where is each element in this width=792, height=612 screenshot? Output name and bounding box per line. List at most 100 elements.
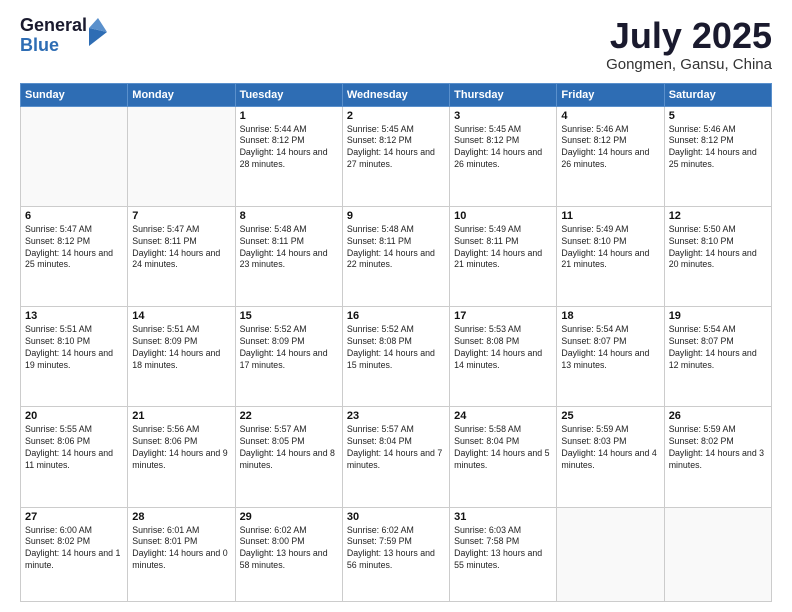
day-header-thursday: Thursday	[450, 83, 557, 106]
calendar-cell: 25 Sunrise: 5:59 AMSunset: 8:03 PMDayligh…	[557, 407, 664, 507]
day-info: Sunrise: 5:56 AMSunset: 8:06 PMDaylight:…	[132, 424, 230, 472]
day-info: Sunrise: 5:50 AMSunset: 8:10 PMDaylight:…	[669, 224, 767, 272]
calendar-cell: 27Sunrise: 6:00 AMSunset: 8:02 PMDayligh…	[21, 507, 128, 601]
calendar-cell: 12 Sunrise: 5:50 AMSunset: 8:10 PMDayligh…	[664, 206, 771, 306]
day-number: 17	[454, 310, 552, 322]
day-number: 27	[25, 511, 123, 523]
calendar-cell: 26 Sunrise: 5:59 AMSunset: 8:02 PMDayligh…	[664, 407, 771, 507]
day-number: 19	[669, 310, 767, 322]
day-info: Sunrise: 5:46 AMSunset: 8:12 PMDaylight:…	[561, 124, 659, 172]
day-number: 24	[454, 410, 552, 422]
calendar-cell: 2 Sunrise: 5:45 AMSunset: 8:12 PMDaylight…	[342, 106, 449, 206]
calendar-cell: 11 Sunrise: 5:49 AMSunset: 8:10 PMDayligh…	[557, 206, 664, 306]
calendar-cell: 9 Sunrise: 5:48 AMSunset: 8:11 PMDaylight…	[342, 206, 449, 306]
day-number: 14	[132, 310, 230, 322]
month-title: July 2025	[606, 16, 772, 56]
logo: General Blue	[20, 16, 107, 56]
calendar-cell: 14 Sunrise: 5:51 AMSunset: 8:09 PMDayligh…	[128, 307, 235, 407]
page: General Blue July 2025 Gongmen, Gansu, C…	[0, 0, 792, 612]
day-info: Sunrise: 5:49 AMSunset: 8:10 PMDaylight:…	[561, 224, 659, 272]
calendar-cell: 24Sunrise: 5:58 AMSunset: 8:04 PMDayligh…	[450, 407, 557, 507]
calendar-cell: 6Sunrise: 5:47 AMSunset: 8:12 PMDaylight…	[21, 206, 128, 306]
calendar-cell: 13 Sunrise: 5:51 AMSunset: 8:10 PMDayligh…	[21, 307, 128, 407]
day-number: 22	[240, 410, 338, 422]
day-number: 2	[347, 110, 445, 122]
day-info: Sunrise: 5:46 AMSunset: 8:12 PMDaylight:…	[669, 124, 767, 172]
day-number: 15	[240, 310, 338, 322]
calendar-cell: 18 Sunrise: 5:54 AMSunset: 8:07 PMDayligh…	[557, 307, 664, 407]
day-info: Sunrise: 5:48 AMSunset: 8:11 PMDaylight:…	[347, 224, 445, 272]
calendar-cell: 21Sunrise: 5:56 AMSunset: 8:06 PMDayligh…	[128, 407, 235, 507]
day-info: Sunrise: 5:44 AMSunset: 8:12 PMDaylight:…	[240, 124, 338, 172]
day-number: 18	[561, 310, 659, 322]
calendar-cell	[128, 106, 235, 206]
day-number: 9	[347, 210, 445, 222]
header: General Blue July 2025 Gongmen, Gansu, C…	[20, 16, 772, 73]
day-header-wednesday: Wednesday	[342, 83, 449, 106]
calendar-week-row: 1 Sunrise: 5:44 AMSunset: 8:12 PMDaylight…	[21, 106, 772, 206]
title-block: July 2025 Gongmen, Gansu, China	[606, 16, 772, 73]
calendar-cell	[664, 507, 771, 601]
logo-text: General Blue	[20, 16, 87, 56]
day-info: Sunrise: 5:53 AMSunset: 8:08 PMDaylight:…	[454, 324, 552, 372]
day-number: 20	[25, 410, 123, 422]
calendar-cell	[21, 106, 128, 206]
day-number: 25	[561, 410, 659, 422]
day-info: Sunrise: 6:02 AMSunset: 8:00 PMDaylight:…	[240, 525, 338, 573]
calendar-cell: 4Sunrise: 5:46 AMSunset: 8:12 PMDaylight…	[557, 106, 664, 206]
day-info: Sunrise: 6:02 AMSunset: 7:59 PMDaylight:…	[347, 525, 445, 573]
calendar-cell: 3 Sunrise: 5:45 AMSunset: 8:12 PMDaylight…	[450, 106, 557, 206]
calendar-cell: 19Sunrise: 5:54 AMSunset: 8:07 PMDayligh…	[664, 307, 771, 407]
calendar-week-row: 6Sunrise: 5:47 AMSunset: 8:12 PMDaylight…	[21, 206, 772, 306]
calendar-cell: 1 Sunrise: 5:44 AMSunset: 8:12 PMDaylight…	[235, 106, 342, 206]
day-info: Sunrise: 5:57 AMSunset: 8:05 PMDaylight:…	[240, 424, 338, 472]
calendar-cell: 23 Sunrise: 5:57 AMSunset: 8:04 PMDayligh…	[342, 407, 449, 507]
day-info: Sunrise: 5:54 AMSunset: 8:07 PMDaylight:…	[561, 324, 659, 372]
logo-blue: Blue	[20, 36, 87, 56]
day-info: Sunrise: 5:45 AMSunset: 8:12 PMDaylight:…	[454, 124, 552, 172]
day-number: 1	[240, 110, 338, 122]
day-number: 13	[25, 310, 123, 322]
day-number: 28	[132, 511, 230, 523]
calendar-cell	[557, 507, 664, 601]
day-header-monday: Monday	[128, 83, 235, 106]
calendar-cell: 31 Sunrise: 6:03 AMSunset: 7:58 PMDayligh…	[450, 507, 557, 601]
day-number: 5	[669, 110, 767, 122]
day-number: 6	[25, 210, 123, 222]
day-info: Sunrise: 5:57 AMSunset: 8:04 PMDaylight:…	[347, 424, 445, 472]
day-info: Sunrise: 5:59 AMSunset: 8:02 PMDaylight:…	[669, 424, 767, 472]
day-info: Sunrise: 5:52 AMSunset: 8:09 PMDaylight:…	[240, 324, 338, 372]
calendar-cell: 30 Sunrise: 6:02 AMSunset: 7:59 PMDayligh…	[342, 507, 449, 601]
day-number: 11	[561, 210, 659, 222]
day-info: Sunrise: 5:45 AMSunset: 8:12 PMDaylight:…	[347, 124, 445, 172]
logo-icon	[89, 18, 107, 46]
location-title: Gongmen, Gansu, China	[606, 56, 772, 73]
day-info: Sunrise: 5:59 AMSunset: 8:03 PMDaylight:…	[561, 424, 659, 472]
calendar-cell: 22 Sunrise: 5:57 AMSunset: 8:05 PMDayligh…	[235, 407, 342, 507]
day-number: 30	[347, 511, 445, 523]
day-header-tuesday: Tuesday	[235, 83, 342, 106]
day-number: 8	[240, 210, 338, 222]
calendar-cell: 17 Sunrise: 5:53 AMSunset: 8:08 PMDayligh…	[450, 307, 557, 407]
day-info: Sunrise: 5:52 AMSunset: 8:08 PMDaylight:…	[347, 324, 445, 372]
day-number: 12	[669, 210, 767, 222]
day-number: 23	[347, 410, 445, 422]
day-number: 16	[347, 310, 445, 322]
day-info: Sunrise: 5:48 AMSunset: 8:11 PMDaylight:…	[240, 224, 338, 272]
calendar-cell: 28 Sunrise: 6:01 AMSunset: 8:01 PMDayligh…	[128, 507, 235, 601]
day-info: Sunrise: 5:51 AMSunset: 8:09 PMDaylight:…	[132, 324, 230, 372]
calendar-cell: 5 Sunrise: 5:46 AMSunset: 8:12 PMDaylight…	[664, 106, 771, 206]
day-info: Sunrise: 5:49 AMSunset: 8:11 PMDaylight:…	[454, 224, 552, 272]
day-number: 31	[454, 511, 552, 523]
day-number: 26	[669, 410, 767, 422]
day-info: Sunrise: 5:51 AMSunset: 8:10 PMDaylight:…	[25, 324, 123, 372]
calendar-cell: 7Sunrise: 5:47 AMSunset: 8:11 PMDaylight…	[128, 206, 235, 306]
calendar-header-row: SundayMondayTuesdayWednesdayThursdayFrid…	[21, 83, 772, 106]
day-info: Sunrise: 6:03 AMSunset: 7:58 PMDaylight:…	[454, 525, 552, 573]
calendar-week-row: 27Sunrise: 6:00 AMSunset: 8:02 PMDayligh…	[21, 507, 772, 601]
calendar-cell: 29Sunrise: 6:02 AMSunset: 8:00 PMDayligh…	[235, 507, 342, 601]
day-info: Sunrise: 6:01 AMSunset: 8:01 PMDaylight:…	[132, 525, 230, 573]
calendar-cell: 20Sunrise: 5:55 AMSunset: 8:06 PMDayligh…	[21, 407, 128, 507]
calendar-cell: 15 Sunrise: 5:52 AMSunset: 8:09 PMDayligh…	[235, 307, 342, 407]
day-number: 3	[454, 110, 552, 122]
